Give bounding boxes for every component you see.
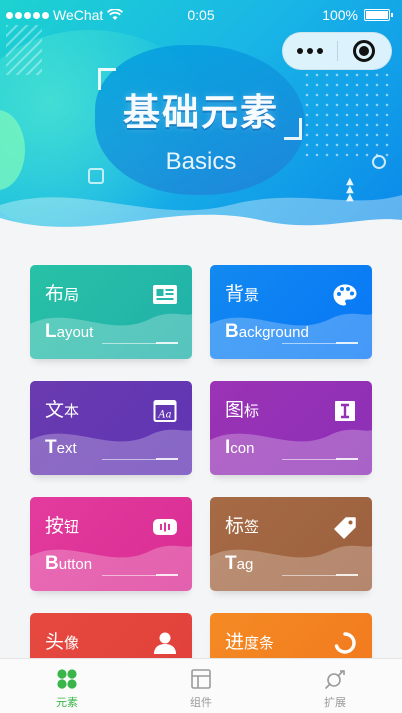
card-underline: [102, 459, 157, 460]
target-circle-icon: [353, 40, 376, 62]
icon-i-icon: [335, 401, 355, 421]
bottom-tab-bar: 元素 组件 扩展: [0, 658, 402, 713]
card-title-rest: 钮: [64, 518, 80, 536]
tag-icon: [334, 517, 356, 539]
card-title-rest: 像: [64, 634, 80, 652]
card-subtitle-rest: ext: [56, 440, 77, 457]
miniprogram-capsule: [282, 32, 392, 70]
elements-grid: 布局 Layout 背景 Background 文本 Text Aa 图标 Ic…: [30, 265, 372, 707]
card-underline-accent: [156, 574, 178, 576]
card-tag[interactable]: 标签 Tag: [210, 497, 372, 591]
card-underline: [282, 575, 337, 576]
battery-percent: 100%: [322, 7, 358, 23]
card-title-main: 按: [45, 515, 65, 537]
tab-label: 扩展: [324, 696, 346, 709]
card-title-main: 文: [45, 399, 65, 421]
card-title-main: 标: [225, 515, 245, 537]
tab-extensions[interactable]: 扩展: [268, 659, 402, 713]
card-title: 按钮: [45, 515, 79, 538]
page-subtitle: Basics: [165, 148, 237, 175]
card-subtitle: Tag: [225, 553, 253, 575]
card-layout[interactable]: 布局 Layout: [30, 265, 192, 359]
status-bar: WeChat 0:05 100%: [0, 0, 402, 32]
card-title: 文本: [45, 399, 79, 422]
card-title-rest: 度条: [244, 634, 275, 652]
card-subtitle: Button: [45, 553, 92, 575]
card-background[interactable]: 背景 Background: [210, 265, 372, 359]
card-title-main: 图: [225, 399, 245, 421]
card-title: 头像: [45, 631, 79, 654]
tab-label: 组件: [190, 696, 212, 709]
card-subtitle-rest: con: [230, 440, 255, 457]
card-subtitle-rest: ag: [236, 556, 254, 573]
components-icon: [191, 669, 211, 689]
card-subtitle-rest: ayout: [56, 324, 94, 341]
card-subtitle: Layout: [45, 321, 93, 343]
card-title-rest: 局: [64, 286, 80, 304]
card-subtitle: Icon: [225, 437, 254, 459]
button-icon: [153, 519, 177, 535]
card-text[interactable]: 文本 Text Aa: [30, 381, 192, 475]
close-miniprogram-button[interactable]: [338, 40, 392, 62]
card-title: 标签: [225, 515, 259, 538]
tab-label: 元素: [56, 696, 78, 709]
card-title-rest: 签: [244, 518, 260, 536]
card-subtitle-rest: utton: [58, 556, 93, 573]
card-subtitle-rest: ackground: [238, 324, 309, 341]
plugin-icon: [325, 670, 345, 689]
more-dots-icon: [296, 48, 303, 54]
card-subtitle: Background: [225, 321, 309, 343]
text-aa-icon: Aa: [153, 400, 177, 422]
card-title: 图标: [225, 399, 259, 422]
svg-text:Aa: Aa: [157, 410, 171, 421]
card-icon[interactable]: 图标 Icon: [210, 381, 372, 475]
card-title: 进度条: [225, 631, 274, 654]
tab-elements[interactable]: 元素: [0, 659, 134, 713]
card-underline-accent: [336, 574, 358, 576]
decor-stripes: [6, 25, 42, 75]
card-underline-accent: [336, 342, 358, 344]
card-subtitle-initial: L: [45, 321, 57, 342]
card-title-rest: 景: [244, 286, 260, 304]
card-title-rest: 标: [244, 402, 260, 420]
tab-components[interactable]: 组件: [134, 659, 268, 713]
decor-wave: [0, 214, 402, 240]
card-title-rest: 本: [64, 402, 80, 420]
elements-icon: [57, 669, 77, 689]
card-subtitle: Text: [45, 437, 77, 459]
loading-icon: [334, 632, 356, 654]
card-title-main: 布: [45, 283, 65, 305]
card-title-main: 头: [45, 631, 65, 653]
card-title-main: 背: [225, 283, 245, 305]
more-button[interactable]: [283, 48, 337, 54]
card-underline: [102, 343, 157, 344]
palette-icon: [333, 284, 357, 306]
card-underline-accent: [156, 458, 178, 460]
card-underline-accent: [336, 458, 358, 460]
newspaper-icon: [153, 285, 177, 304]
card-title: 布局: [45, 283, 79, 306]
card-button[interactable]: 按钮 Button: [30, 497, 192, 591]
card-subtitle-initial: T: [225, 553, 237, 574]
card-underline-accent: [156, 342, 178, 344]
user-icon: [154, 632, 176, 654]
battery-icon: [364, 9, 393, 21]
card-title-main: 进: [225, 631, 245, 653]
card-subtitle-initial: T: [45, 437, 57, 458]
card-underline: [102, 575, 157, 576]
card-underline: [282, 459, 337, 460]
page-title: 基础元素: [123, 91, 279, 134]
card-subtitle-initial: B: [225, 321, 239, 342]
card-title: 背景: [225, 283, 259, 306]
card-subtitle-initial: B: [45, 553, 59, 574]
card-underline: [282, 343, 337, 344]
